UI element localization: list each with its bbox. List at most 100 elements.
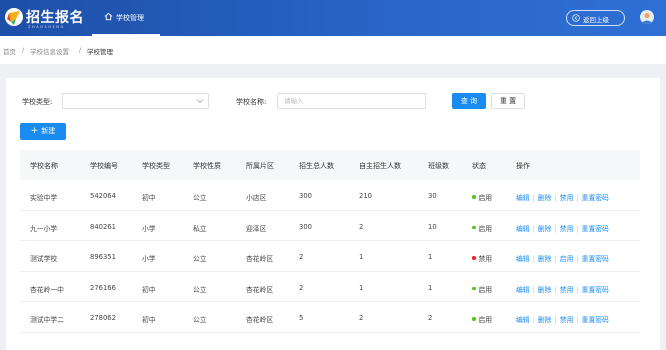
row-actions: 编辑 | 删除 | 禁用 | 重置密码 <box>516 192 609 202</box>
action-separator: | <box>576 285 579 294</box>
cell-self: 1 <box>359 283 364 292</box>
reset-password-link[interactable]: 重置密码 <box>582 255 609 263</box>
action-separator: | <box>576 316 579 324</box>
cell-classes: 1 <box>428 253 433 261</box>
cell-self: 210 <box>359 192 372 200</box>
status-badge: 启用 <box>472 314 492 324</box>
status-dot-icon <box>472 286 476 291</box>
cell-total: 300 <box>299 222 312 231</box>
add-button[interactable]: + 新建 <box>20 123 66 140</box>
status-text: 启用 <box>478 224 493 233</box>
cell-name: 九一小学 <box>30 224 58 233</box>
col-header-code: 学校编号 <box>90 162 118 170</box>
reset-password-link[interactable]: 重置密码 <box>582 286 609 294</box>
delete-link[interactable]: 删除 <box>538 225 552 233</box>
school-type-label: 学校类型: <box>22 98 53 106</box>
col-header-status: 状态 <box>472 162 486 170</box>
edit-link[interactable]: 编辑 <box>516 194 530 202</box>
toggle-status-link[interactable]: 禁用 <box>560 225 574 233</box>
action-separator: | <box>576 194 579 202</box>
top-bar: 招生报名 ZHAOSHENG 学校管理 返回上级 <box>0 0 666 36</box>
school-type-select[interactable] <box>62 93 209 109</box>
search-button[interactable]: 查 询 <box>452 93 486 109</box>
cell-code: 276166 <box>90 283 116 292</box>
back-button[interactable]: 返回上级 <box>566 10 625 26</box>
status-badge: 禁用 <box>472 253 492 263</box>
cell-type: 小学 <box>142 224 156 233</box>
action-separator: | <box>554 224 557 233</box>
action-separator: | <box>532 224 535 233</box>
delete-link[interactable]: 删除 <box>538 316 552 324</box>
home-icon <box>104 12 113 21</box>
cell-self: 1 <box>359 253 364 261</box>
status-dot-icon <box>472 256 476 260</box>
breadcrumb: 首页 / 学校信息设置 / 学校管理 <box>0 36 666 64</box>
breadcrumb-item-current: 学校管理 <box>87 48 113 56</box>
cell-name: 测试学校 <box>30 255 58 263</box>
user-icon <box>642 12 652 24</box>
action-separator: | <box>554 285 557 294</box>
cell-classes: 30 <box>428 192 437 200</box>
action-separator: | <box>576 224 579 233</box>
row-actions: 编辑 | 删除 | 禁用 | 重置密码 <box>516 223 609 233</box>
edit-link[interactable]: 编辑 <box>516 316 530 324</box>
reset-password-link[interactable]: 重置密码 <box>582 225 609 233</box>
action-separator: | <box>532 255 535 263</box>
status-dot-icon <box>472 317 476 321</box>
chevron-down-icon <box>196 99 204 104</box>
action-separator: | <box>532 194 535 202</box>
status-text: 启用 <box>478 194 493 202</box>
cell-type: 初中 <box>142 285 156 294</box>
delete-link[interactable]: 删除 <box>538 286 552 294</box>
col-header-name: 学校名称 <box>30 162 58 170</box>
breadcrumb-item-home[interactable]: 首页 <box>3 46 16 56</box>
cell-type: 小学 <box>142 255 156 263</box>
cell-nature: 公立 <box>193 255 207 263</box>
plus-icon: + <box>30 126 39 136</box>
cell-area: 杏花岭区 <box>246 255 274 263</box>
action-separator: | <box>576 255 579 263</box>
cell-type: 初中 <box>142 194 156 202</box>
school-name-input[interactable]: 请输入 <box>277 93 426 109</box>
breadcrumb-item-school-info[interactable]: 学校信息设置 <box>30 46 69 56</box>
delete-link[interactable]: 删除 <box>538 194 552 202</box>
toggle-status-link[interactable]: 禁用 <box>560 286 574 294</box>
cell-name: 测试中学二 <box>30 316 64 324</box>
cell-code: 840261 <box>90 222 116 231</box>
reset-button[interactable]: 重 置 <box>491 93 525 109</box>
avatar[interactable] <box>640 10 654 24</box>
col-header-area: 所属片区 <box>246 162 274 170</box>
cell-total: 2 <box>299 283 304 292</box>
col-header-total: 招生总人数 <box>299 162 334 170</box>
toggle-status-link[interactable]: 禁用 <box>560 194 574 202</box>
edit-link[interactable]: 编辑 <box>516 255 530 263</box>
reset-password-link[interactable]: 重置密码 <box>582 194 609 202</box>
reset-password-link[interactable]: 重置密码 <box>582 316 609 324</box>
cell-nature: 公立 <box>193 194 207 202</box>
action-separator: | <box>554 255 557 263</box>
toggle-status-link[interactable]: 启用 <box>560 255 574 263</box>
cell-area: 杏花岭区 <box>246 316 274 324</box>
school-name-label: 学校名称: <box>236 98 267 106</box>
back-button-label: 返回上级 <box>583 16 609 24</box>
edit-link[interactable]: 编辑 <box>516 225 530 233</box>
edit-link[interactable]: 编辑 <box>516 286 530 294</box>
status-badge: 启用 <box>472 284 492 294</box>
status-dot-icon <box>472 225 476 230</box>
cell-total: 300 <box>299 192 312 200</box>
nav-tab-school-management[interactable]: 学校管理 <box>92 0 160 36</box>
cell-nature: 公立 <box>193 316 207 324</box>
cell-type: 初中 <box>142 316 156 324</box>
status-dot-icon <box>472 195 476 199</box>
cell-classes: 2 <box>428 314 433 322</box>
cell-name: 实验中学 <box>30 194 58 202</box>
nav-tab-label: 学校管理 <box>116 14 144 22</box>
status-badge: 启用 <box>472 192 492 202</box>
cell-nature: 私立 <box>193 224 207 233</box>
cell-classes: 10 <box>428 222 437 231</box>
action-separator: | <box>532 316 535 324</box>
cell-self: 2 <box>359 222 364 231</box>
delete-link[interactable]: 删除 <box>538 255 552 263</box>
toggle-status-link[interactable]: 禁用 <box>560 316 574 324</box>
cell-nature: 公立 <box>193 285 207 294</box>
